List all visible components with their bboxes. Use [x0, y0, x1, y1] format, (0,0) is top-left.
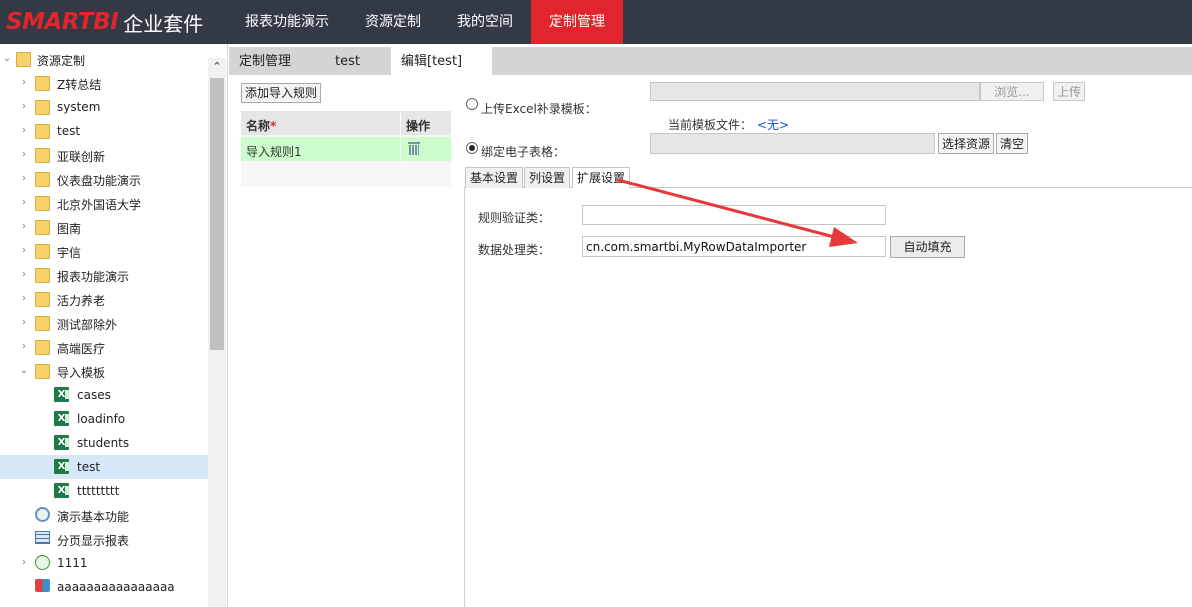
annotation-arrow: [616, 178, 858, 247]
annotation-arrow-head: [829, 227, 858, 247]
app-window: SMARTBI 企业套件 报表功能演示 资源定制 我的空间 定制管理 ⌄ 资源定…: [0, 0, 1192, 607]
annotation-arrow-shaft: [616, 178, 844, 241]
